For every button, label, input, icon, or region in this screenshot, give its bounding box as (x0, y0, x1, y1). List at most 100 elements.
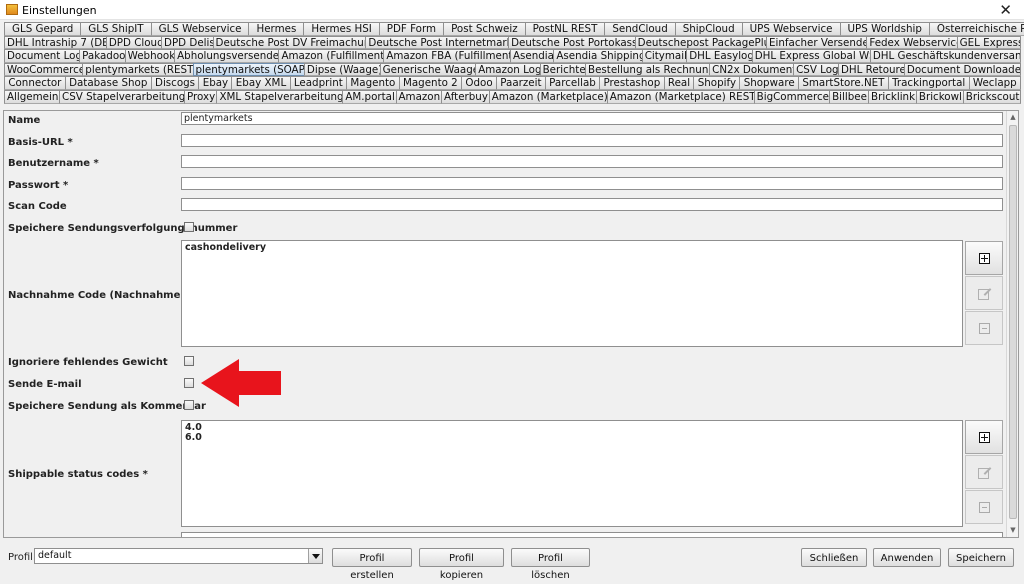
tab-csv-log[interactable]: CSV Log (793, 62, 839, 77)
scroll-up-icon[interactable]: ▲ (1007, 111, 1018, 123)
scroll-down-icon[interactable]: ▼ (1007, 524, 1018, 536)
tab-dhl-intraship-7-de[interactable]: DHL Intraship 7 (DE) (4, 35, 107, 50)
tab-gls-shipit[interactable]: GLS ShipIT (80, 22, 152, 36)
chevron-down-icon[interactable] (308, 549, 322, 563)
tab-citymail[interactable]: Citymail (641, 49, 688, 63)
tab-dpd-cloud[interactable]: DPD Cloud (105, 35, 163, 50)
tab-parcellab[interactable]: Parcellab (544, 76, 601, 90)
tab-asendia[interactable]: Asendia (510, 49, 555, 63)
tab-ebay-xml[interactable]: Ebay XML (231, 76, 291, 90)
status-add-button[interactable] (965, 420, 1003, 454)
tab-postnl-rest[interactable]: PostNL REST (524, 22, 606, 36)
cod-edit-button[interactable] (965, 276, 1003, 310)
tab-amazon-log[interactable]: Amazon Log (475, 62, 541, 77)
save-comment-checkbox[interactable] (184, 400, 194, 410)
tab-document-log[interactable]: Document Log (4, 49, 81, 63)
tab-berichte[interactable]: Berichte (539, 62, 587, 77)
tab-bricklink[interactable]: Bricklink (868, 89, 917, 104)
tab-bigcommerce[interactable]: BigCommerce (753, 89, 831, 104)
tab-magento[interactable]: Magento (346, 76, 400, 90)
tab-proxy[interactable]: Proxy (184, 89, 218, 104)
tab-billbee[interactable]: Billbee (829, 89, 870, 104)
tab-asendia-shipping[interactable]: Asendia Shipping (553, 49, 643, 63)
tab-afterbuy[interactable]: Afterbuy (441, 89, 490, 104)
tab-am-portal[interactable]: AM.portal (342, 89, 397, 104)
next-field-partial[interactable] (181, 532, 1003, 537)
tab-weclapp[interactable]: Weclapp (968, 76, 1022, 90)
tab-einfacher-versender[interactable]: Einfacher Versender (766, 35, 868, 50)
tab-amazon-marketplace-rest[interactable]: Amazon (Marketplace) REST (606, 89, 755, 104)
tab-post-schweiz[interactable]: Post Schweiz (443, 22, 526, 36)
tab-paarzeit[interactable]: Paarzeit (495, 76, 546, 90)
tab-deutsche-post-internetmarke[interactable]: Deutsche Post Internetmarke (365, 35, 510, 50)
delete-profile-button[interactable]: Profil löschen (511, 548, 590, 581)
tab-amazon-fba-fulfillment[interactable]: Amazon FBA (Fulfillment) (383, 49, 511, 63)
tab-ebay[interactable]: Ebay (198, 76, 233, 90)
tab-magento-2[interactable]: Magento 2 (398, 76, 463, 90)
tab-database-shop[interactable]: Database Shop (64, 76, 152, 90)
tab-deutsche-post-dv-freimachung[interactable]: Deutsche Post DV Freimachung (212, 35, 367, 50)
tab-pdf-form[interactable]: PDF Form (378, 22, 445, 36)
profile-select[interactable]: default (34, 548, 323, 564)
tab-dhl-retoure[interactable]: DHL Retoure (837, 62, 905, 77)
tab-odoo[interactable]: Odoo (461, 76, 497, 90)
tab-bestellung-als-rechnung[interactable]: Bestellung als Rechnung (585, 62, 711, 77)
tab-ups-worldship[interactable]: UPS Worldship (839, 22, 930, 36)
tab-brickowl[interactable]: Brickowl (915, 89, 964, 104)
ignore-weight-checkbox[interactable] (184, 356, 194, 366)
tab-generische-waage[interactable]: Generische Waage (379, 62, 477, 77)
tab-deutschepost-packageplus[interactable]: Deutschepost PackagePlus (634, 35, 768, 50)
tab-dhl-geschäftskundenversand[interactable]: DHL Geschäftskundenversand (869, 49, 1021, 63)
tab-document-downloader[interactable]: Document Downloader (903, 62, 1022, 77)
tab-deutsche-post-portokasse[interactable]: Deutsche Post Portokasse (508, 35, 636, 50)
copy-profile-button[interactable]: Profil kopieren (419, 548, 504, 581)
send-email-checkbox[interactable] (184, 378, 194, 388)
tab-fedex-webservice[interactable]: Fedex Webservice (866, 35, 958, 50)
tab-amazon-marketplace[interactable]: Amazon (Marketplace) (488, 89, 608, 104)
cod-textarea[interactable]: cashondelivery (181, 240, 963, 347)
tab-abholungsversender[interactable]: Abholungsversender (174, 49, 280, 63)
tab-ups-webservice[interactable]: UPS Webservice (741, 22, 841, 36)
tab-prestashop[interactable]: Prestashop (599, 76, 665, 90)
password-field[interactable] (181, 177, 1003, 190)
tab-trackingportal[interactable]: Trackingportal (887, 76, 970, 90)
tab-österreichische-post[interactable]: Österreichische Post (928, 22, 1024, 36)
status-remove-button[interactable] (965, 490, 1003, 524)
vertical-scrollbar[interactable]: ▲ ▼ (1006, 111, 1018, 537)
scroll-thumb[interactable] (1009, 125, 1017, 519)
tab-woocommerce[interactable]: WooCommerce (4, 62, 84, 77)
tab-allgemein[interactable]: Allgemein (4, 89, 61, 104)
tab-xml-stapelverarbeitung[interactable]: XML Stapelverarbeitung (216, 89, 344, 104)
tab-leadprint[interactable]: Leadprint (289, 76, 348, 90)
tab-gel-express[interactable]: GEL Express (956, 35, 1022, 50)
tab-brickscout[interactable]: Brickscout (962, 89, 1021, 104)
status-codes-textarea[interactable]: 4.0 6.0 (181, 420, 963, 527)
apply-button[interactable]: Anwenden (873, 548, 941, 567)
tab-smartstore-net[interactable]: SmartStore.NET (798, 76, 889, 90)
save-tracking-checkbox[interactable] (184, 222, 194, 232)
tab-dhl-easylog[interactable]: DHL Easylog (686, 49, 753, 63)
tab-dipse-waage[interactable]: Dipse (Waage) (303, 62, 381, 77)
tab-dpd-delis[interactable]: DPD Delis (161, 35, 214, 50)
tab-sendcloud[interactable]: SendCloud (604, 22, 676, 36)
cod-remove-button[interactable] (965, 311, 1003, 345)
tab-cn2x-dokument[interactable]: CN2x Dokument (709, 62, 795, 77)
tab-pakadoo[interactable]: Pakadoo (79, 49, 126, 63)
save-button[interactable]: Speichern (948, 548, 1014, 567)
tab-hermes-hsi[interactable]: Hermes HSI (303, 22, 380, 36)
tab-shopware[interactable]: Shopware (739, 76, 799, 90)
tab-dhl-express-global-ws[interactable]: DHL Express Global WS (751, 49, 871, 63)
tab-webhook[interactable]: Webhook (124, 49, 176, 63)
username-field[interactable] (181, 155, 1003, 168)
tab-shopify[interactable]: Shopify (693, 76, 741, 90)
tab-plentymarkets-rest[interactable]: plentymarkets (REST) (82, 62, 194, 77)
tab-hermes[interactable]: Hermes (248, 22, 305, 36)
tab-real[interactable]: Real (663, 76, 695, 90)
create-profile-button[interactable]: Profil erstellen (332, 548, 412, 581)
tab-csv-stapelverarbeitung[interactable]: CSV Stapelverarbeitung (59, 89, 185, 104)
tab-amazon[interactable]: Amazon (395, 89, 443, 104)
tab-connector[interactable]: Connector (4, 76, 66, 90)
cod-add-button[interactable] (965, 241, 1003, 275)
close-icon[interactable]: ✕ (999, 1, 1012, 19)
scan-code-field[interactable] (181, 198, 1003, 211)
